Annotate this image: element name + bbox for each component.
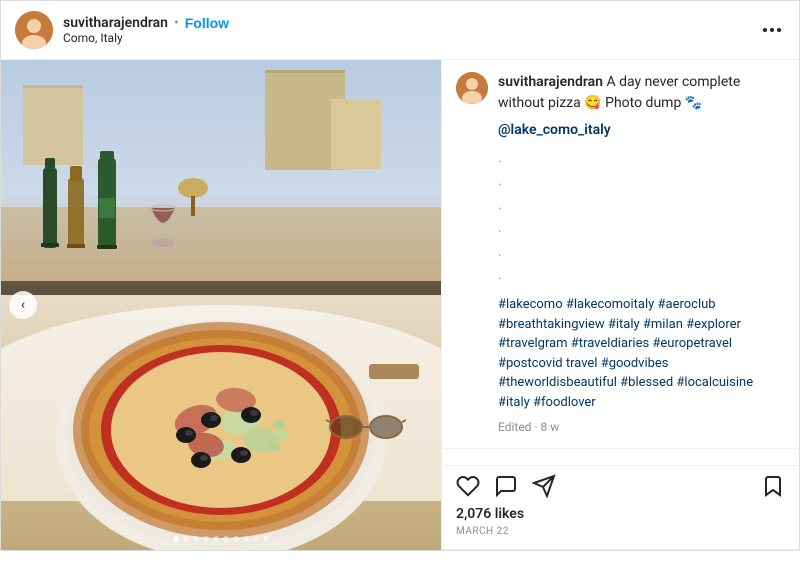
- dot-line-1: .: [498, 147, 785, 170]
- post-body: ‹: [1, 60, 799, 550]
- image-dot-7[interactable]: [233, 536, 239, 542]
- hashtag-text: #lakecomo #lakecomoitaly #aeroclub #brea…: [498, 295, 785, 412]
- image-dot-5[interactable]: [213, 536, 219, 542]
- dot-line-5: .: [498, 241, 785, 264]
- like-button[interactable]: [456, 474, 480, 498]
- sunglasses: [326, 412, 406, 442]
- bookmark-icon: [761, 474, 785, 498]
- header-info: suvitharajendran • Follow Como, Italy: [63, 15, 759, 45]
- location: Como, Italy: [63, 31, 759, 45]
- caption-section: suvitharajendran A day never complete wi…: [442, 60, 799, 449]
- mention-link[interactable]: @lake_como_italy: [498, 122, 611, 138]
- share-icon: [532, 474, 556, 498]
- post-sidebar: suvitharajendran A day never complete wi…: [441, 60, 799, 550]
- image-dot-9[interactable]: [253, 536, 259, 542]
- image-dot-4[interactable]: [203, 536, 209, 542]
- image-dot-10[interactable]: [263, 536, 269, 542]
- avatar[interactable]: [15, 11, 53, 49]
- post-container: suvitharajendran • Follow Como, Italy: [0, 0, 800, 551]
- actions-bar: 2,076 likes March 22: [442, 465, 799, 549]
- caption-avatar[interactable]: [456, 72, 488, 104]
- likes-count: 2,076 likes: [456, 506, 785, 522]
- header-username[interactable]: suvitharajendran: [63, 15, 168, 31]
- image-dot-1[interactable]: [173, 536, 179, 542]
- prev-image-button[interactable]: ‹: [9, 291, 37, 319]
- comment-button[interactable]: [494, 474, 518, 498]
- caption-content: suvitharajendran A day never complete wi…: [498, 72, 785, 436]
- dot-line-3: .: [498, 194, 785, 217]
- pizza-svg: [41, 220, 401, 550]
- ellipsis-icon: [763, 28, 781, 32]
- dot-line-6: .: [498, 264, 785, 287]
- post-image: ‹: [1, 60, 441, 550]
- more-options-button[interactable]: [759, 24, 785, 36]
- post-header: suvitharajendran • Follow Como, Italy: [1, 1, 799, 60]
- action-icons-row: [456, 474, 785, 498]
- bread-item: [369, 364, 419, 379]
- caption-username[interactable]: suvitharajendran: [498, 74, 603, 90]
- edited-info: Edited · 8 w: [498, 418, 785, 436]
- image-dot-8[interactable]: [243, 536, 249, 542]
- image-dot-2[interactable]: [183, 536, 189, 542]
- image-dot-3[interactable]: [193, 536, 199, 542]
- dot-line-4: .: [498, 217, 785, 240]
- username-row: suvitharajendran • Follow: [63, 15, 759, 31]
- share-button[interactable]: [532, 474, 556, 498]
- image-scene: [1, 60, 441, 550]
- post-date: March 22: [456, 526, 785, 537]
- image-dot-6[interactable]: [223, 536, 229, 542]
- building-3: [331, 99, 381, 169]
- follow-button[interactable]: Follow: [185, 15, 229, 31]
- dot-line-2: .: [498, 170, 785, 193]
- caption-row: suvitharajendran A day never complete wi…: [456, 72, 785, 436]
- comments-section: K karthivikram93 😍😍😍 8 w 1 like Reply ♡: [442, 449, 799, 465]
- dot-separator: •: [174, 15, 179, 31]
- like-icon: [456, 474, 480, 498]
- comment-item: K karthivikram93 😍😍😍 8 w 1 like Reply ♡: [442, 457, 799, 465]
- image-dots: [173, 536, 269, 542]
- comment-icon: [494, 474, 518, 498]
- add-comment-row: ☺ Post: [442, 549, 799, 550]
- bookmark-button[interactable]: [761, 474, 785, 498]
